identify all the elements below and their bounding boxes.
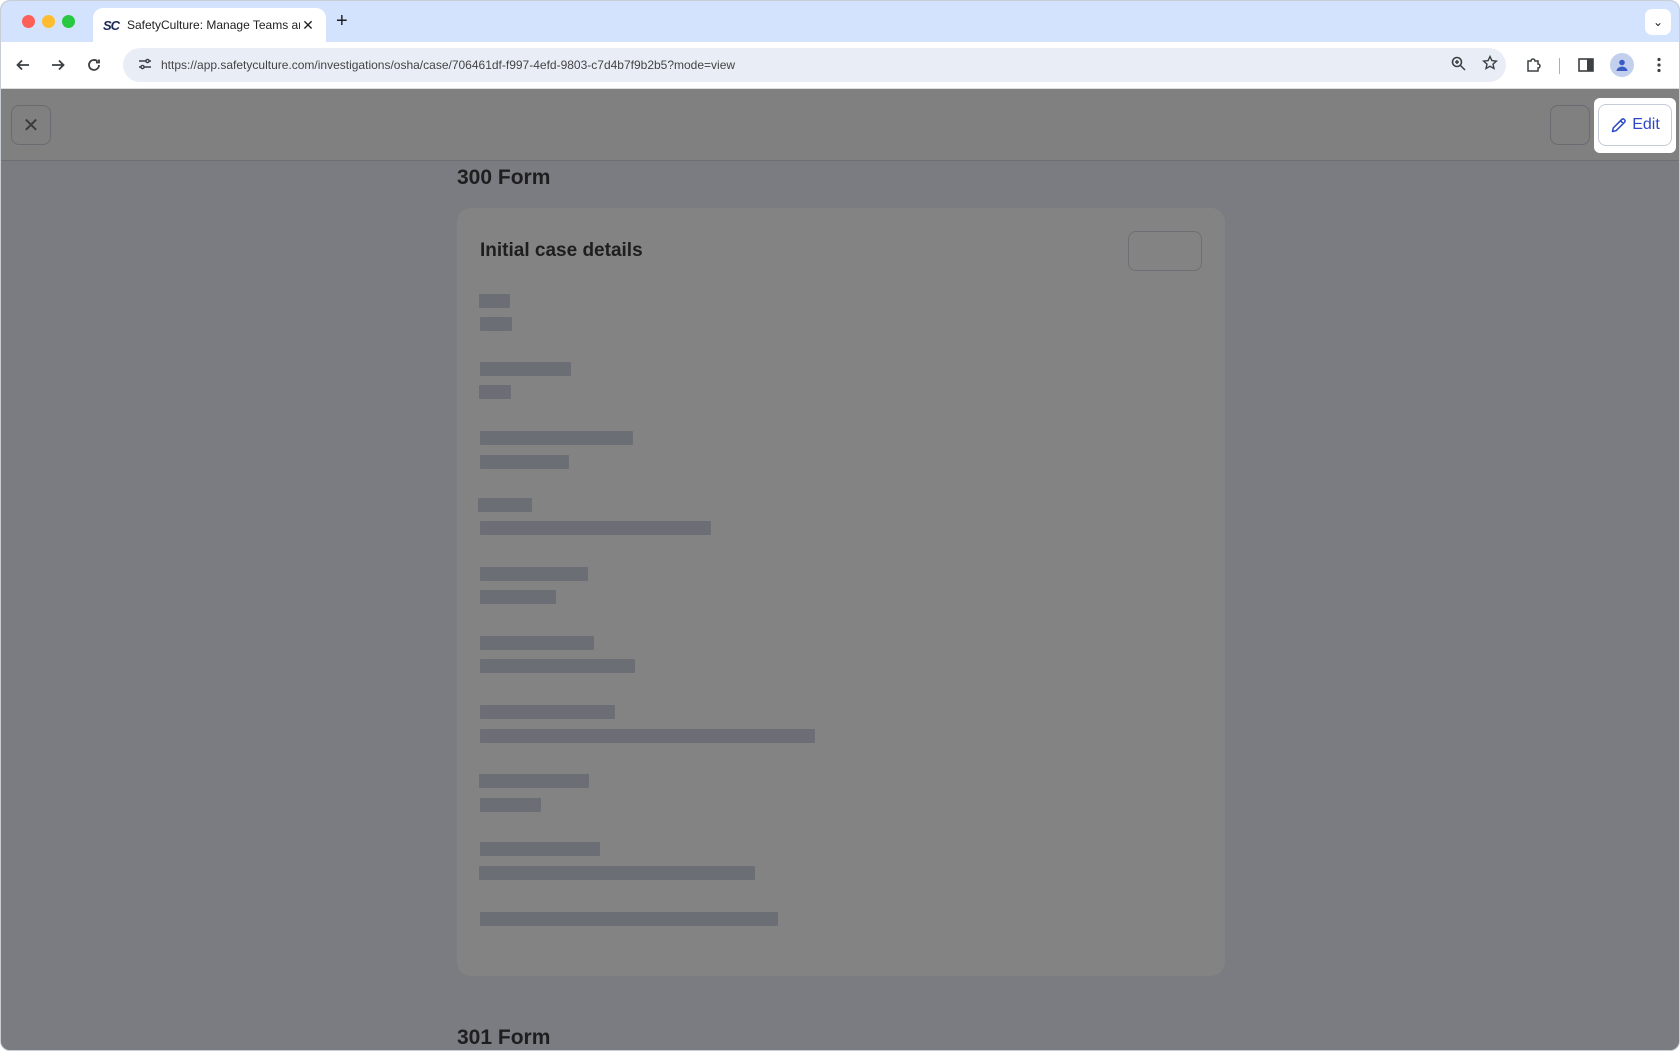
skeleton-label (480, 842, 600, 856)
close-case-button[interactable]: ✕ (11, 105, 51, 145)
skeleton-value (480, 659, 635, 673)
skeleton-value (479, 385, 511, 399)
pencil-icon (1611, 117, 1627, 132)
skeleton-label (480, 636, 594, 650)
url-text[interactable]: https://app.safetyculture.com/investigat… (161, 58, 1442, 72)
tab-search-button[interactable]: ⌄ (1645, 9, 1671, 35)
skeleton-label (480, 362, 571, 376)
edit-button[interactable]: Edit (1598, 104, 1672, 146)
card-title: Initial case details (480, 240, 643, 261)
skeleton-value (480, 798, 541, 812)
skeleton-value (480, 317, 512, 331)
profile-avatar-icon[interactable] (1610, 53, 1634, 77)
close-window-button[interactable] (22, 15, 35, 28)
minimize-window-button[interactable] (42, 15, 55, 28)
case-header-bar: ✕ Edit (1, 89, 1679, 161)
page-overlay: ✕ Edit 300 Form Initial case details 301… (1, 89, 1679, 1050)
form-301-title: 301 Form (457, 1026, 551, 1049)
safetyculture-favicon-icon: SC (103, 17, 120, 33)
more-menu-icon[interactable] (1646, 52, 1672, 78)
toolbar-divider (1559, 58, 1560, 74)
edit-label: Edit (1632, 116, 1660, 133)
skeleton-value (480, 729, 815, 743)
card-action-button[interactable] (1128, 231, 1202, 271)
site-settings-icon[interactable] (129, 58, 161, 73)
skeleton-label (480, 431, 633, 445)
skeleton-label (480, 705, 615, 719)
maximize-window-button[interactable] (62, 15, 75, 28)
arrow-left-icon (16, 59, 29, 71)
forward-button[interactable] (45, 52, 71, 78)
extensions-icon[interactable] (1520, 52, 1546, 78)
initial-case-details-card: Initial case details (457, 208, 1225, 976)
arrow-right-icon (52, 59, 65, 71)
tab-title: SafetyCulture: Manage Teams and... (127, 18, 300, 32)
skeleton-label (478, 498, 532, 512)
skeleton-label (479, 294, 510, 308)
close-icon: ✕ (22, 114, 40, 137)
address-bar[interactable]: https://app.safetyculture.com/investigat… (123, 48, 1506, 82)
skeleton-value (480, 590, 556, 604)
skeleton-label (479, 774, 589, 788)
reload-button[interactable] (81, 52, 107, 78)
tab-close-icon[interactable]: ✕ (300, 17, 316, 34)
back-button[interactable] (10, 52, 36, 78)
skeleton-value (480, 455, 569, 469)
bookmark-star-icon[interactable] (1474, 54, 1506, 75)
browser-window: SC SafetyCulture: Manage Teams and... ✕ … (0, 0, 1680, 1051)
more-options-button[interactable] (1550, 105, 1590, 145)
tab-strip: SC SafetyCulture: Manage Teams and... ✕ … (1, 1, 1679, 42)
zoom-icon[interactable] (1442, 56, 1474, 75)
form-300-title: 300 Form (457, 166, 551, 189)
browser-toolbar: https://app.safetyculture.com/investigat… (1, 42, 1679, 89)
skeleton-value (479, 866, 755, 880)
side-panel-icon[interactable] (1573, 52, 1599, 78)
new-tab-button[interactable]: + (336, 10, 348, 33)
reload-icon (88, 59, 100, 71)
browser-tab[interactable]: SC SafetyCulture: Manage Teams and... ✕ (93, 8, 326, 42)
skeleton-value (480, 521, 711, 535)
skeleton-label (480, 567, 588, 581)
skeleton-value (480, 912, 778, 926)
